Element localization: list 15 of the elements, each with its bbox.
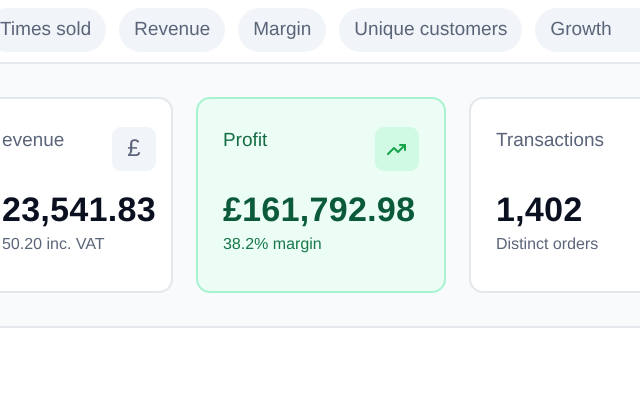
- card-note: 38.2% margin: [222, 236, 323, 254]
- card-value: £161,792.98: [222, 191, 416, 230]
- card-value: 23,541.83: [2, 191, 156, 230]
- trend-up-icon: [374, 127, 419, 171]
- pound-icon: £: [112, 127, 156, 171]
- card-label: evenue: [2, 130, 64, 152]
- metric-pill[interactable]: Unique customers: [339, 8, 522, 52]
- card-label: Transactions: [496, 130, 604, 152]
- card-value: 1,402: [496, 191, 584, 230]
- card-label: Profit: [222, 130, 268, 152]
- metric-pill[interactable]: Revenue: [119, 8, 226, 52]
- metric-pill[interactable]: Times sold: [0, 8, 106, 52]
- card-note: 50.20 inc. VAT: [2, 236, 106, 254]
- metric-pill[interactable]: Margin: [238, 8, 326, 52]
- card-note: Distinct orders: [496, 236, 600, 254]
